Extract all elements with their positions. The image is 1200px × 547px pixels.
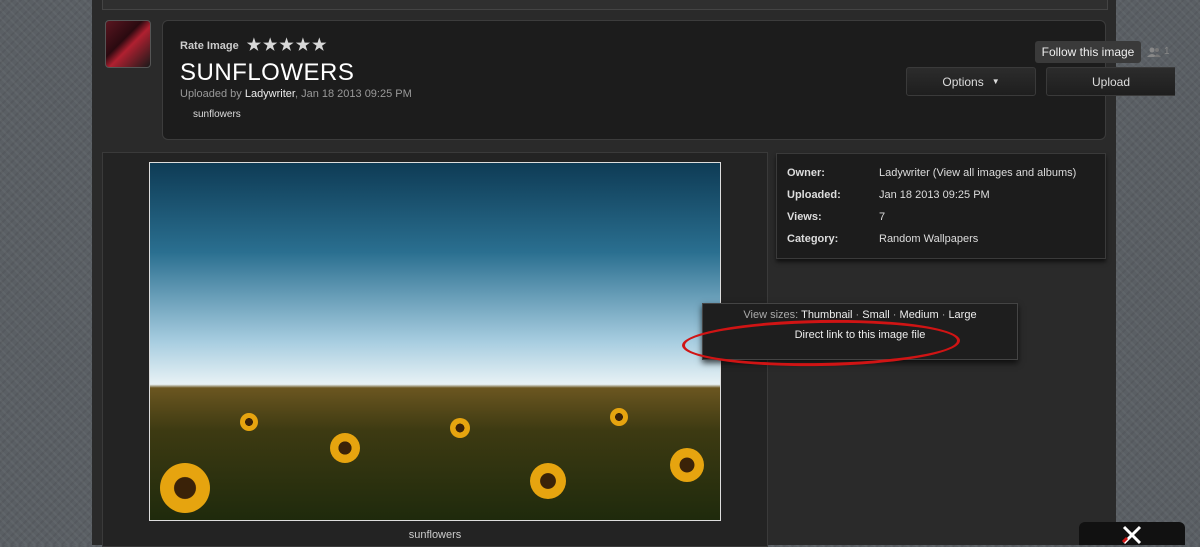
uploaded-label: Uploaded: [787, 189, 841, 201]
top-bar [102, 0, 1108, 10]
category-value[interactable]: Random Wallpapers [879, 233, 978, 245]
tools-icon [1121, 525, 1142, 545]
tools-widget[interactable] [1079, 522, 1185, 545]
main-image[interactable] [149, 162, 721, 521]
separator: · [889, 309, 900, 321]
tag-link[interactable]: sunflowers [193, 109, 241, 120]
size-large-link[interactable]: Large [948, 309, 976, 321]
users-icon [1147, 47, 1161, 57]
star-icon[interactable]: ★ [247, 38, 261, 54]
upload-label: Upload [1091, 74, 1131, 89]
star-icon[interactable]: ★ [279, 38, 293, 54]
views-label: Views: [787, 211, 822, 223]
upload-info: Uploaded by Ladywriter, Jan 18 2013 09:2… [180, 88, 412, 100]
views-value: 7 [879, 211, 886, 223]
rating-stars[interactable]: ★ ★ ★ ★ ★ [247, 38, 327, 54]
page-title: SUNFLOWERS [180, 59, 355, 86]
caret-down-icon: ▼ [991, 77, 1000, 86]
uploader-link[interactable]: Ladywriter [245, 88, 295, 100]
image-caption: sunflowers [408, 529, 462, 541]
category-label: Category: [787, 233, 839, 245]
options-button[interactable]: Options ▼ [906, 67, 1036, 96]
page-content: Rate Image ★ ★ ★ ★ ★ SUNFLOWERS Uploaded… [92, 0, 1175, 547]
owner-value[interactable]: Ladywriter (View all images and albums) [879, 167, 1076, 179]
uploaded-date: , Jan 18 2013 09:25 PM [294, 88, 412, 100]
star-icon[interactable]: ★ [263, 38, 277, 54]
image-header: Rate Image ★ ★ ★ ★ ★ SUNFLOWERS Uploaded… [162, 20, 1175, 140]
star-icon[interactable]: ★ [296, 38, 310, 54]
image-info-panel: Owner: Ladywriter (View all images and a… [776, 153, 1106, 259]
rate-image: Rate Image ★ ★ ★ ★ ★ [180, 38, 327, 54]
rate-image-label: Rate Image [180, 40, 239, 52]
view-sizes: View sizes: Thumbnail · Small · Medium ·… [703, 309, 1017, 321]
size-medium-link[interactable]: Medium [900, 309, 939, 321]
star-icon[interactable]: ★ [312, 38, 326, 54]
uploaded-prefix: Uploaded by [180, 88, 245, 100]
owner-label: Owner: [787, 167, 825, 179]
options-label: Options [942, 74, 984, 89]
uploaded-value: Jan 18 2013 09:25 PM [879, 189, 990, 201]
image-panel: sunflowers [102, 152, 768, 547]
size-small-link[interactable]: Small [862, 309, 890, 321]
separator: · [938, 309, 949, 321]
view-sizes-label: View sizes: [743, 309, 802, 321]
upload-button[interactable]: Upload [1046, 67, 1175, 96]
followers-number: 1 [1164, 46, 1170, 57]
follow-button[interactable]: Follow this image [1035, 41, 1141, 63]
followers-count: 1 [1147, 46, 1170, 57]
avatar[interactable] [105, 20, 151, 68]
